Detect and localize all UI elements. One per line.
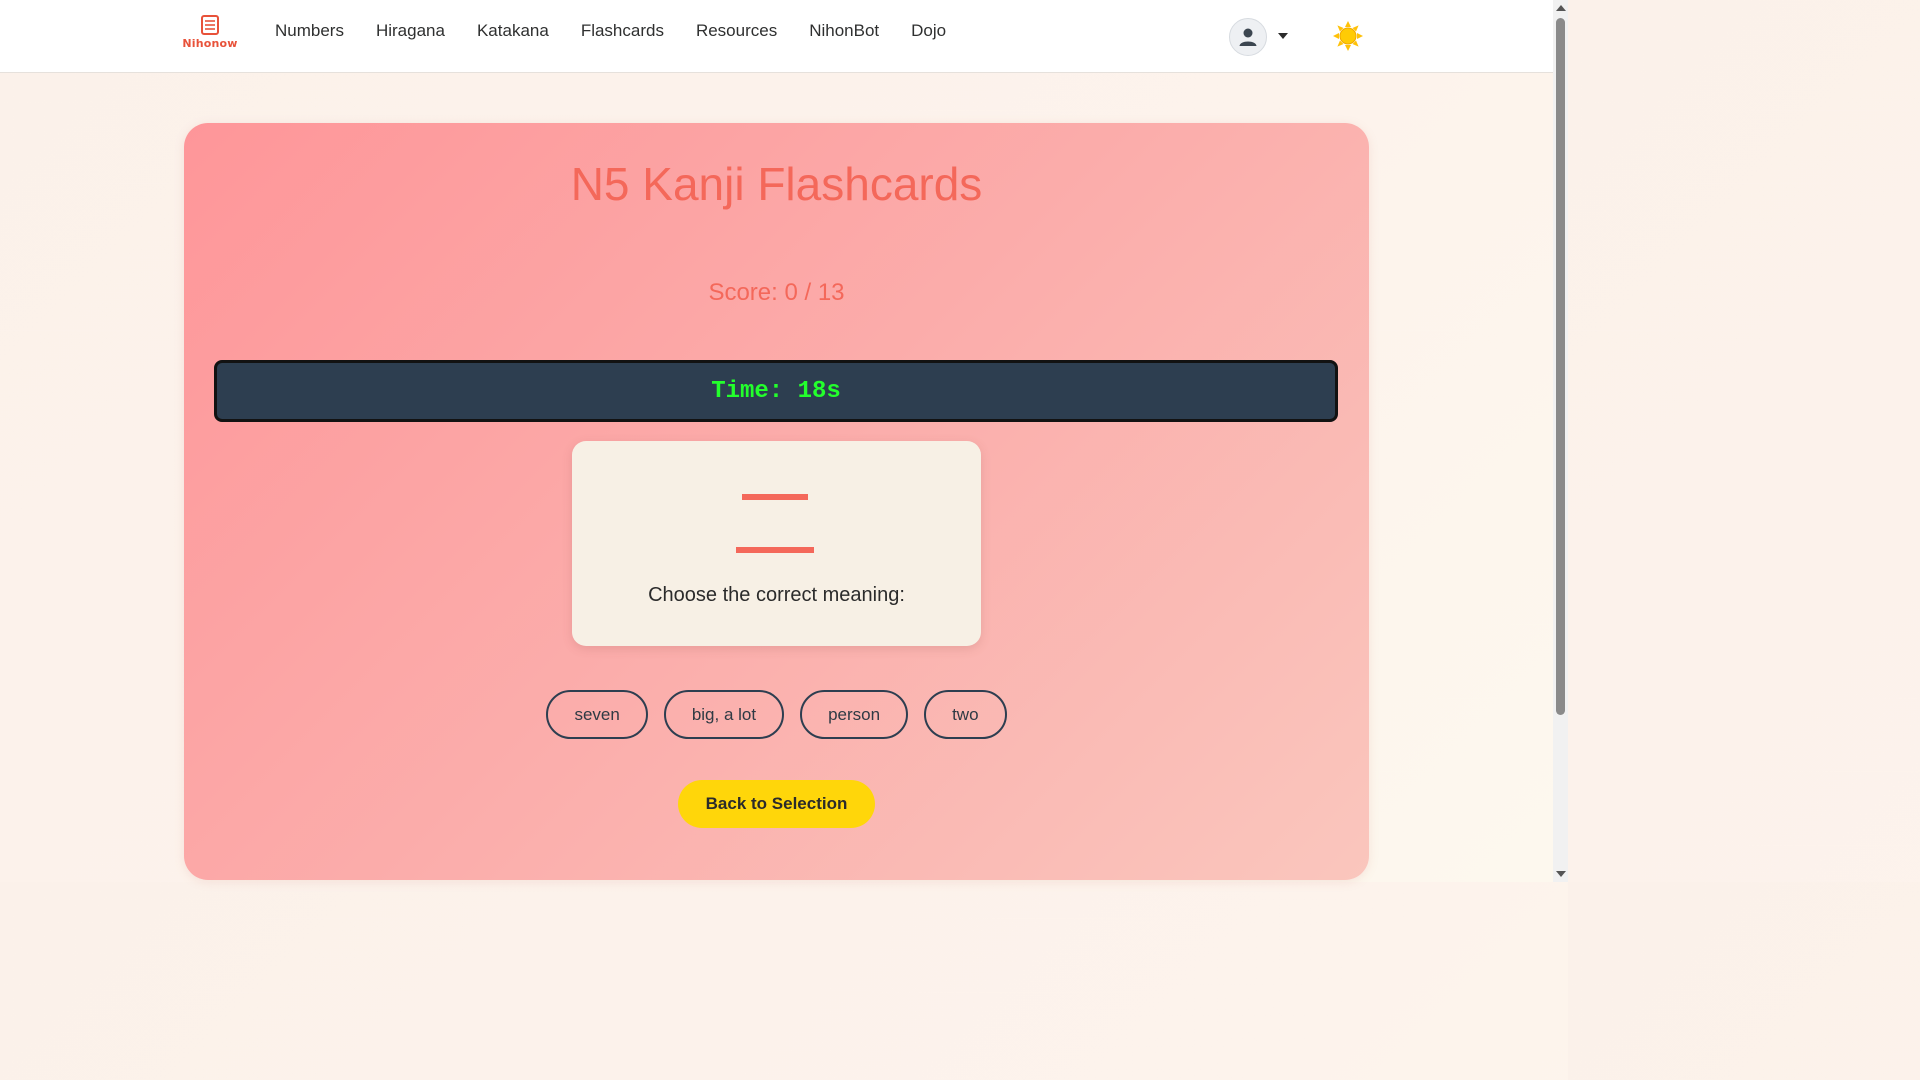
scroll-up-arrow-icon[interactable] bbox=[1556, 5, 1566, 11]
nav-links: Numbers Hiragana Katakana Flashcards Res… bbox=[275, 21, 978, 41]
caret-down-icon[interactable] bbox=[1278, 33, 1288, 39]
answer-option-person[interactable]: person bbox=[800, 690, 909, 739]
nav-link-dojo[interactable]: Dojo bbox=[911, 21, 946, 41]
user-avatar-icon bbox=[1239, 28, 1257, 46]
nav-link-nihonbot[interactable]: NihonBot bbox=[809, 21, 879, 41]
nav-link-numbers[interactable]: Numbers bbox=[275, 21, 344, 41]
user-menu-button[interactable] bbox=[1229, 18, 1267, 56]
answer-option-two[interactable]: two bbox=[924, 690, 1007, 739]
timer-bar: Time: 18s bbox=[214, 360, 1338, 422]
top-navbar: Nihonow Numbers Hiragana Katakana Flashc… bbox=[0, 0, 1553, 73]
quiz-card: N5 Kanji Flashcards Score: 0 / 13 Time: … bbox=[184, 123, 1369, 880]
brand-logo[interactable]: Nihonow bbox=[181, 14, 239, 56]
kanji-glyph-drawing bbox=[736, 494, 814, 553]
nav-link-hiragana[interactable]: Hiragana bbox=[376, 21, 445, 41]
brand-name: Nihonow bbox=[182, 37, 238, 50]
scroll-thumb[interactable] bbox=[1556, 18, 1565, 715]
question-prompt: Choose the correct meaning: bbox=[648, 584, 905, 606]
flashcard: 二 Choose the correct meaning: bbox=[572, 441, 981, 646]
nav-link-flashcards[interactable]: Flashcards bbox=[581, 21, 664, 41]
scroll-down-arrow-icon[interactable] bbox=[1556, 871, 1566, 877]
nav-link-katakana[interactable]: Katakana bbox=[477, 21, 549, 41]
score-display: Score: 0 / 13 bbox=[708, 279, 845, 306]
answer-option-seven[interactable]: seven bbox=[546, 690, 648, 739]
page-scrollbar[interactable] bbox=[1553, 0, 1568, 882]
nav-link-resources[interactable]: Resources bbox=[696, 21, 777, 41]
back-to-selection-button[interactable]: Back to Selection bbox=[678, 780, 875, 828]
answer-options: seven big, a lot person two bbox=[184, 690, 1369, 739]
book-stack-icon bbox=[201, 15, 219, 35]
sun-icon[interactable] bbox=[1332, 20, 1364, 52]
answer-option-big-a-lot[interactable]: big, a lot bbox=[663, 690, 785, 739]
timer-text: Time: 18s bbox=[711, 377, 841, 405]
page-title: N5 Kanji Flashcards bbox=[570, 158, 983, 210]
